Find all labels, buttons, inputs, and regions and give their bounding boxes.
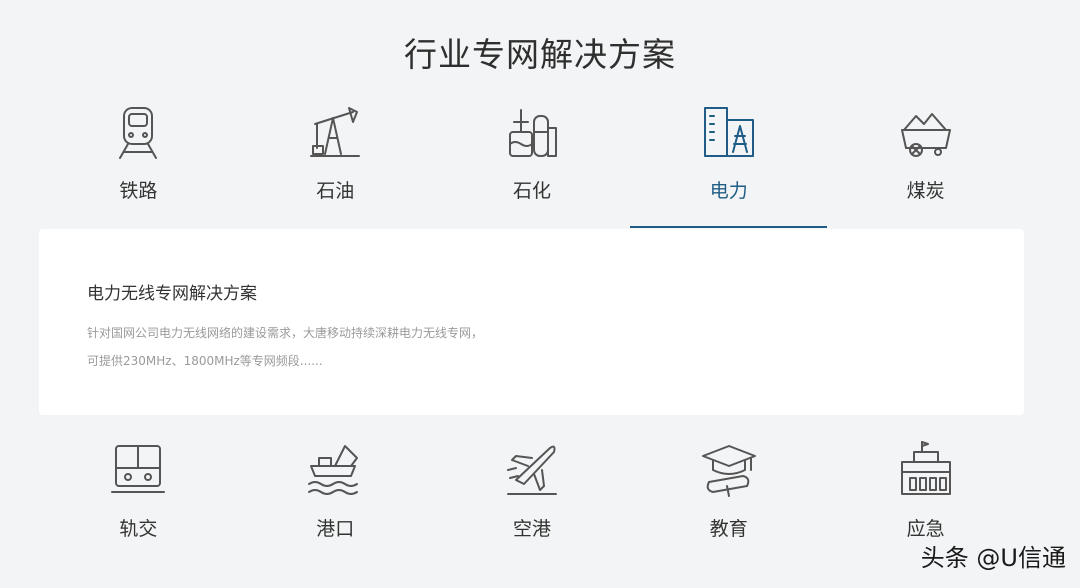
- industry-tabs-bottom: 轨交 港口 空港 教育 应急: [40, 432, 1024, 572]
- port-ship-icon: [305, 440, 365, 500]
- tab-railway[interactable]: 铁路: [40, 90, 237, 230]
- tab-label: 煤炭: [906, 180, 945, 202]
- page-title: 行业专网解决方案: [404, 35, 676, 74]
- petrochemical-plant-icon: [502, 102, 562, 162]
- tab-label: 空港: [512, 518, 551, 540]
- airplane-icon: [502, 440, 562, 500]
- tab-petrochemical[interactable]: 石化: [434, 90, 631, 230]
- tab-airport[interactable]: 空港: [434, 432, 631, 572]
- oil-pump-icon: [305, 102, 365, 162]
- train-icon: [108, 102, 168, 162]
- tab-label: 石油: [316, 180, 355, 202]
- tab-education[interactable]: 教育: [630, 432, 827, 572]
- graduation-cap-icon: [699, 440, 759, 500]
- panel-title: 电力无线专网解决方案: [87, 284, 257, 304]
- tab-power[interactable]: 电力: [630, 90, 827, 230]
- rail-transit-icon: [108, 440, 168, 500]
- tab-label: 石化: [512, 180, 551, 202]
- tab-label: 应急: [906, 518, 945, 540]
- tab-label: 铁路: [119, 180, 158, 202]
- tab-label: 教育: [709, 518, 748, 540]
- tab-label: 港口: [316, 518, 355, 540]
- tab-coal[interactable]: 煤炭: [827, 90, 1024, 230]
- power-station-icon: [699, 102, 759, 162]
- solution-panel: 电力无线专网解决方案 针对国网公司电力无线网络的建设需求，大唐移动持续深耕电力无…: [39, 229, 1024, 415]
- tab-label: 电力: [709, 180, 748, 202]
- tab-port[interactable]: 港口: [237, 432, 434, 572]
- panel-description: 针对国网公司电力无线网络的建设需求，大唐移动持续深耕电力无线专网，可提供230M…: [87, 326, 484, 368]
- tab-oil[interactable]: 石油: [237, 90, 434, 230]
- coal-cart-icon: [896, 102, 956, 162]
- watermark: 头条 @U信通: [920, 544, 1066, 572]
- industry-tabs-top: 铁路 石油 石化 电力 煤炭: [40, 90, 1024, 230]
- tab-label: 轨交: [119, 518, 158, 540]
- emergency-building-icon: [896, 440, 956, 500]
- tab-rail-transit[interactable]: 轨交: [40, 432, 237, 572]
